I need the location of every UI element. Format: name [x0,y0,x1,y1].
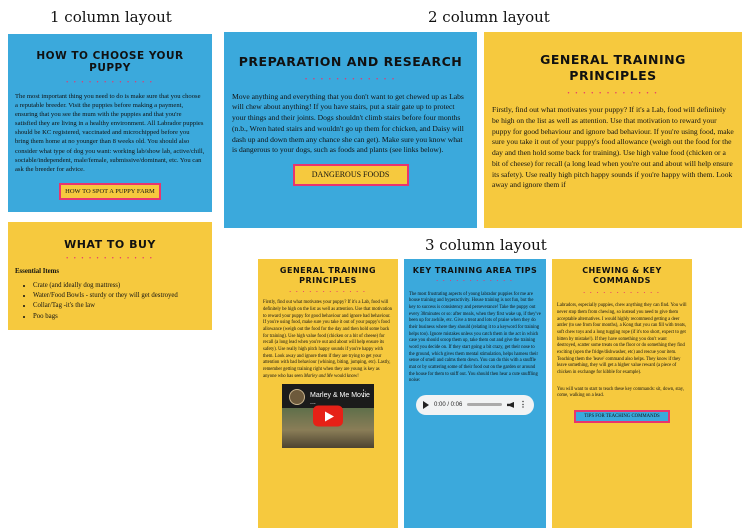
chewing-commands-card: CHEWING & KEY COMMANDS • • • • • • • • •… [552,259,692,528]
volume-icon[interactable] [507,401,514,408]
play-icon[interactable] [313,405,343,427]
two-column-label: 2 column layout [428,8,550,26]
card-title: GENERAL TRAINING PRINCIPLES [540,52,686,84]
audio-progress-bar[interactable] [467,403,502,407]
audio-player[interactable]: 0:00 / 0:06 ⋮ [416,394,534,415]
card-body: Labradors, especially puppies, chew anyt… [557,303,687,399]
card-body: Firstly, find out what motivates your pu… [492,105,734,190]
card-title: PREPARATION AND RESEARCH [238,54,463,69]
card-title: HOW TO CHOOSE YOUR PUPPY [36,50,184,74]
general-training-card: GENERAL TRAINING PRINCIPLES • • • • • • … [484,32,742,228]
essential-items-heading: Essential Items [15,268,59,275]
general-training-card-small: GENERAL TRAINING PRINCIPLES • • • • • • … [258,259,398,528]
dot-divider: • • • • • • • • • • • • [66,256,154,262]
card-title: WHAT TO BUY [64,238,156,251]
list-item: Poo bags [33,312,205,321]
play-icon[interactable] [423,400,429,409]
essential-items-list: Crate (and ideally dog mattress) Water/F… [15,281,205,321]
dot-divider: • • • • • • • • • • • • [583,289,661,295]
list-item: Crate (and ideally dog mattress) [33,281,205,290]
card-body: The most important thing you need to do … [15,93,205,173]
choose-puppy-card: HOW TO CHOOSE YOUR PUPPY • • • • • • • •… [8,34,212,212]
video-embed[interactable]: Marley & Me Movie ... ⋮ [282,384,374,449]
teaching-commands-button[interactable]: TIPS FOR TEACHING COMMANDS [574,410,670,424]
card-title: KEY TRAINING AREA TIPS [412,266,538,275]
puppy-farm-button[interactable]: HOW TO SPOT A PUPPY FARM [59,182,161,200]
card-body: Firstly, find out what motivates your pu… [263,300,393,379]
kebab-menu-icon[interactable]: ⋮ [359,389,368,399]
dot-divider: • • • • • • • • • • • • [289,288,367,294]
channel-avatar [289,389,305,406]
list-item: Water/Food Bowls - sturdy or they will g… [33,291,205,300]
card-body: The most frustrating aspects of young la… [409,291,541,384]
card-body: Move anything and everything that you do… [232,91,464,155]
dangerous-foods-button[interactable]: DANGEROUS FOODS [292,164,409,187]
preparation-card: PREPARATION AND RESEARCH • • • • • • • •… [224,32,477,228]
dot-divider: • • • • • • • • • • • • [567,89,659,97]
card-title: CHEWING & KEY COMMANDS [582,266,662,286]
three-column-label: 3 column layout [425,236,547,254]
dot-divider: • • • • • • • • • • • • [304,76,397,83]
card-title: GENERAL TRAINING PRINCIPLES [279,266,377,286]
list-item: Collar/Tag -it's the law [33,301,205,310]
one-column-label: 1 column layout [50,8,172,26]
dot-divider: • • • • • • • • • • • • [66,80,154,86]
key-training-card: KEY TRAINING AREA TIPS • • • • • • • • •… [404,259,546,528]
more-options-icon[interactable]: ⋮ [519,400,527,409]
audio-time: 0:00 / 0:06 [434,401,463,408]
what-to-buy-card: WHAT TO BUY • • • • • • • • • • • • Esse… [8,222,212,330]
dot-divider: • • • • • • • • • • • • [436,278,514,283]
